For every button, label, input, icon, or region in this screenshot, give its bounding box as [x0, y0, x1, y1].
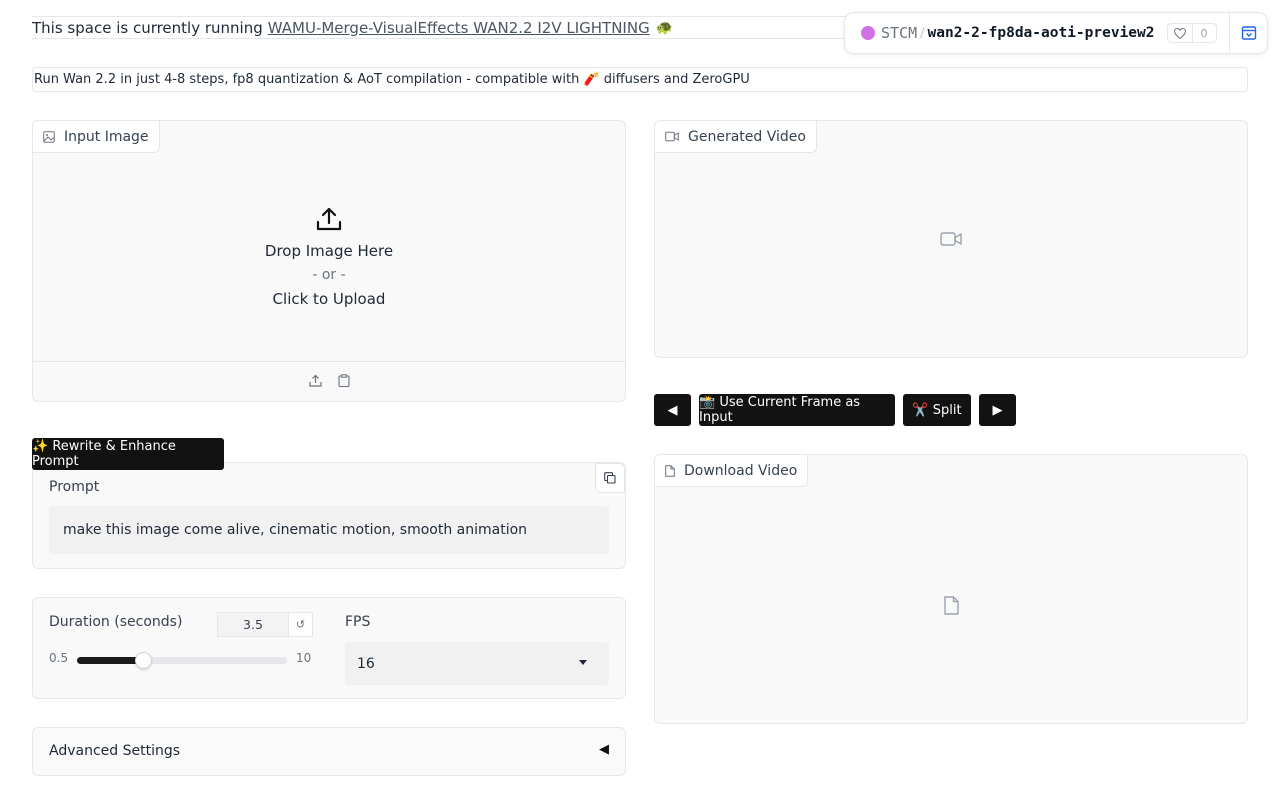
- download-video-label: Download Video: [655, 455, 809, 487]
- space-separator: /: [920, 25, 925, 41]
- space-avatar-dot: [861, 26, 875, 40]
- click-to-upload-text: Click to Upload: [272, 290, 386, 308]
- collapse-icon: [1241, 26, 1256, 40]
- advanced-settings-accordion[interactable]: Advanced Settings ◀: [32, 727, 626, 776]
- turtle-emoji: 🐢: [655, 19, 674, 36]
- like-count: 0: [1200, 26, 1208, 40]
- file-icon: [943, 595, 959, 615]
- copy-prompt-button[interactable]: [595, 463, 625, 493]
- input-image-label: Input Image: [33, 121, 160, 153]
- upload-small-icon: [308, 374, 322, 387]
- generated-video-label: Generated Video: [655, 121, 817, 153]
- generated-video-panel: Generated Video: [654, 120, 1248, 358]
- use-current-frame-button[interactable]: 📸 Use Current Frame as Input: [699, 394, 895, 426]
- duration-reset-button[interactable]: ↺: [288, 612, 313, 637]
- split-button[interactable]: ✂️ Split: [903, 394, 971, 426]
- heart-icon: [1168, 24, 1193, 42]
- running-prefix: This space is currently running: [32, 18, 263, 37]
- upload-icon: [316, 207, 342, 231]
- rewrite-enhance-prompt-button[interactable]: ✨ Rewrite & Enhance Prompt: [32, 438, 224, 470]
- running-space-link[interactable]: WAMU-Merge-VisualEffects WAN2.2 I2V LIGH…: [268, 19, 650, 37]
- clipboard-source-button[interactable]: [337, 373, 350, 391]
- download-video-panel: Download Video: [654, 454, 1248, 724]
- file-small-icon: [665, 464, 675, 477]
- fps-label: FPS: [345, 614, 371, 630]
- image-icon: [43, 130, 55, 143]
- duration-number-input[interactable]: 3.5: [217, 612, 289, 637]
- duration-min: 0.5: [49, 651, 69, 665]
- prompt-input[interactable]: make this image come alive, cinematic mo…: [49, 506, 609, 554]
- previous-frame-button[interactable]: ◀: [654, 394, 691, 426]
- prompt-label: Prompt: [49, 479, 100, 495]
- image-source-toolbar: [33, 361, 625, 402]
- duration-max: 10: [296, 651, 312, 665]
- space-header: STCM / wan2-2-fp8da-aoti-preview2 0: [844, 12, 1268, 54]
- duration-slider-fill: [77, 657, 144, 664]
- duration-label: Duration (seconds): [49, 614, 183, 630]
- copy-icon: [604, 472, 616, 484]
- fps-selected-value: 16: [357, 655, 375, 672]
- video-placeholder: [655, 121, 1247, 357]
- input-image-panel: Input Image Drop Image Here - or - Click…: [32, 120, 626, 402]
- space-repo-name[interactable]: wan2-2-fp8da-aoti-preview2: [928, 25, 1155, 41]
- or-text: - or -: [312, 267, 346, 283]
- file-placeholder: [655, 455, 1247, 723]
- duration-slider-thumb[interactable]: [135, 652, 153, 669]
- duration-fps-panel: Duration (seconds) 3.5 ↺ 0.5 10 FPS 16: [32, 597, 626, 699]
- fps-dropdown[interactable]: 16: [345, 642, 609, 685]
- space-description: Run Wan 2.2 in just 4-8 steps, fp8 quant…: [32, 67, 1248, 92]
- like-button[interactable]: 0: [1166, 23, 1217, 43]
- advanced-settings-label: Advanced Settings: [49, 743, 181, 759]
- collapse-header-button[interactable]: [1229, 13, 1267, 53]
- video-camera-icon: [940, 232, 962, 246]
- prompt-panel: Prompt make this image come alive, cinem…: [32, 462, 626, 569]
- next-frame-button[interactable]: ▶: [979, 394, 1016, 426]
- upload-source-button[interactable]: [308, 374, 322, 391]
- drop-image-text: Drop Image Here: [264, 242, 394, 260]
- image-drop-zone[interactable]: Drop Image Here - or - Click to Upload: [33, 153, 625, 361]
- video-icon: [665, 131, 679, 142]
- accordion-arrow-icon: ◀: [599, 742, 609, 757]
- clipboard-icon: [337, 373, 350, 387]
- dropdown-caret-icon: [579, 660, 587, 665]
- space-owner[interactable]: STCM: [881, 24, 917, 42]
- duration-slider[interactable]: [77, 652, 287, 669]
